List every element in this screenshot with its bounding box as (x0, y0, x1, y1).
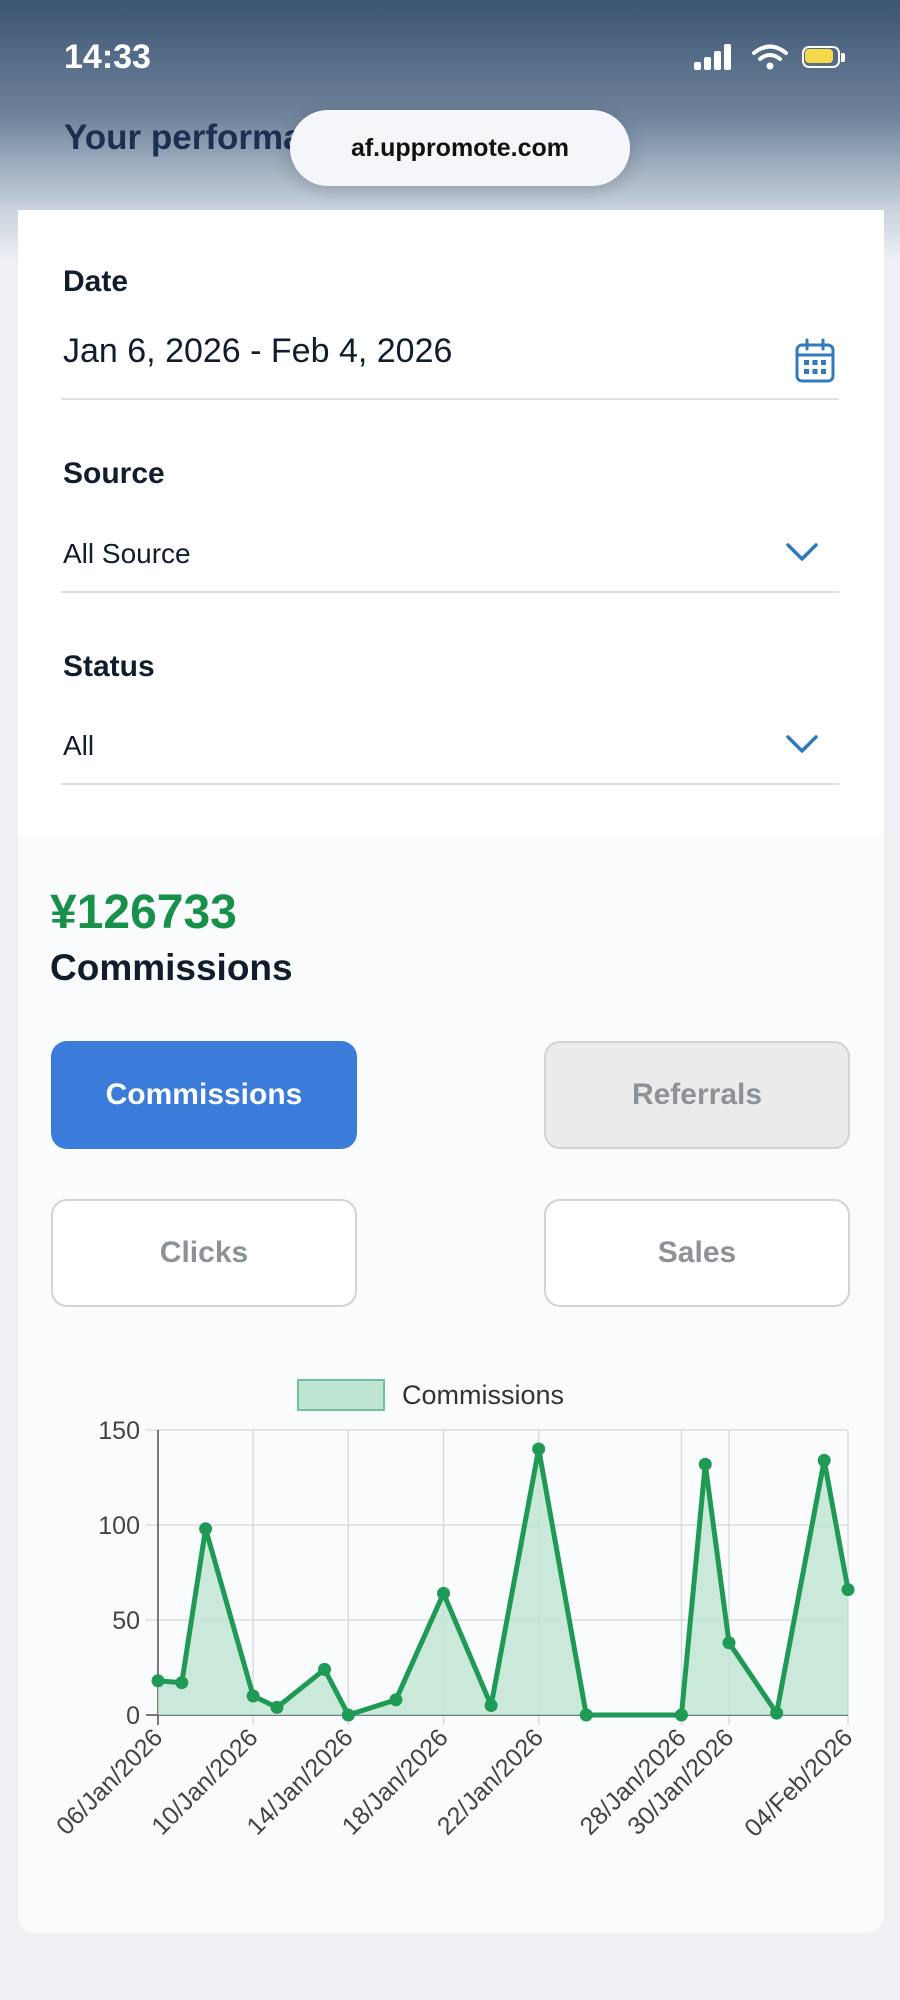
data-point (841, 1583, 855, 1597)
data-point (674, 1708, 688, 1722)
status-label: Status (63, 650, 155, 683)
chevron-down-icon[interactable] (782, 540, 822, 564)
data-point (341, 1708, 355, 1722)
y-tick-label: 150 (98, 1417, 140, 1445)
series-area (158, 1449, 848, 1715)
status-underline (61, 783, 839, 785)
date-label: Date (63, 265, 129, 298)
data-point (246, 1689, 260, 1703)
data-point (270, 1700, 284, 1714)
commission-label: Commissions (50, 947, 293, 988)
date-range-value: Jan 6, 2026 - Feb 4, 2026 (63, 332, 453, 370)
source-value: All Source (63, 538, 191, 569)
source-underline (61, 591, 839, 593)
data-point (484, 1699, 498, 1712)
data-point (579, 1708, 593, 1722)
data-point (722, 1636, 736, 1650)
status-time: 14:33 (64, 38, 151, 76)
chevron-down-icon[interactable] (782, 732, 822, 756)
legend-label: Commissions (402, 1380, 564, 1410)
data-point (532, 1442, 546, 1456)
data-point (770, 1706, 784, 1720)
url-bar[interactable]: af.uppromote.com (290, 110, 630, 186)
data-point (817, 1453, 831, 1467)
data-point (151, 1674, 165, 1688)
legend-swatch (297, 1379, 385, 1411)
signal-icon (694, 44, 738, 70)
data-point (175, 1676, 189, 1690)
data-point (318, 1662, 332, 1676)
commissions-chart: 05010015006/Jan/202610/Jan/202614/Jan/20… (51, 1379, 858, 1843)
wifi-icon (752, 44, 788, 70)
date-underline (61, 398, 839, 400)
status-icons (694, 44, 864, 74)
data-point (698, 1457, 712, 1471)
stats-card: ¥126733 Commissions Commissions Referral… (18, 835, 884, 1933)
url-text: af.uppromote.com (350, 133, 570, 162)
source-label: Source (63, 457, 165, 490)
status-bar: 14:33 (0, 0, 900, 110)
y-tick-label: 50 (112, 1607, 140, 1635)
data-point (389, 1693, 403, 1707)
y-tick-label: 0 (126, 1702, 140, 1730)
calendar-icon[interactable] (794, 338, 836, 384)
tab-commissions[interactable]: Commissions (51, 1041, 357, 1149)
x-tick-label: 04/Feb/2026 (739, 1723, 858, 1842)
filter-card: Date Jan 6, 2026 - Feb 4, 2026 Source Al… (18, 210, 884, 835)
data-point (199, 1522, 213, 1536)
commission-amount: ¥126733 (50, 886, 237, 939)
battery-icon (802, 46, 848, 70)
y-tick-label: 100 (98, 1512, 140, 1540)
status-value: All (63, 730, 95, 761)
data-point (437, 1586, 451, 1600)
tab-referrals[interactable]: Referrals (544, 1041, 850, 1149)
